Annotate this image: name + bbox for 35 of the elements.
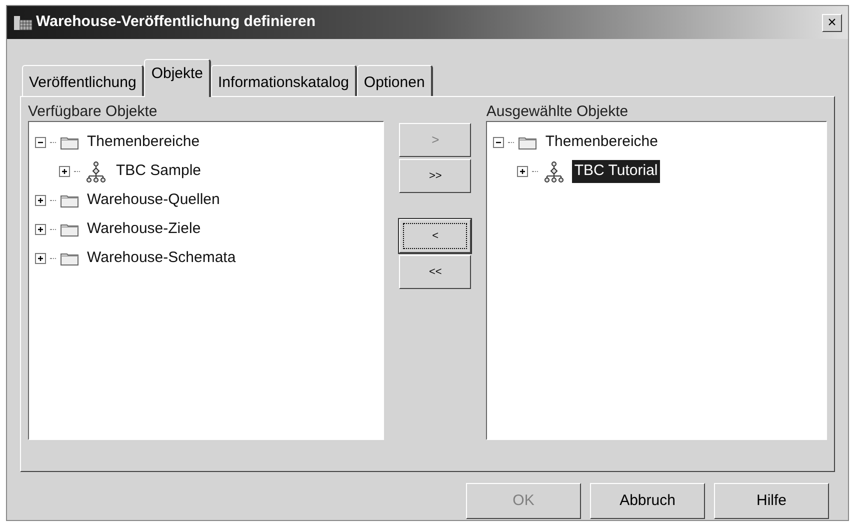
expand-icon[interactable] [35, 253, 46, 264]
folder-icon [518, 135, 538, 150]
tree-item[interactable]: Warehouse-Schemata [85, 247, 238, 270]
folder-icon [60, 251, 79, 266]
collapse-icon[interactable] [35, 137, 46, 148]
hierarchy-icon [542, 160, 566, 182]
move-button[interactable]: < [399, 219, 472, 253]
tree-item[interactable]: Themenbereiche [543, 131, 660, 154]
expand-icon[interactable] [517, 166, 528, 177]
list-label: Ausgewählte Objekte [486, 102, 630, 121]
collapse-icon[interactable] [493, 137, 504, 148]
folder-icon [60, 222, 79, 237]
folder-icon [60, 193, 79, 208]
tab[interactable]: Objekte [144, 59, 212, 97]
app-icon [13, 14, 33, 32]
folder-icon [60, 135, 79, 150]
tab[interactable]: Veröffentlichung [22, 65, 144, 97]
dialog-button[interactable]: Hilfe [714, 483, 829, 519]
tab[interactable]: Informationskatalog [211, 65, 357, 97]
tree-item[interactable]: Themenbereiche [85, 131, 202, 154]
tab[interactable]: Optionen [356, 65, 433, 97]
tree-item[interactable]: Warehouse-Quellen [85, 189, 222, 212]
list-label: Verfügbare Objekte [28, 102, 158, 121]
window-title: Warehouse-Veröffentlichung definieren [36, 12, 316, 32]
expand-icon[interactable] [35, 224, 46, 235]
tree-item[interactable]: Warehouse-Ziele [85, 218, 203, 241]
close-button[interactable]: × [822, 14, 842, 32]
expand-icon[interactable] [59, 166, 70, 177]
dialog-button[interactable]: Abbruch [590, 483, 705, 519]
hierarchy-icon [84, 160, 108, 182]
move-button[interactable]: << [399, 255, 472, 289]
tree-item[interactable]: TBC Sample [114, 160, 204, 183]
tree-item[interactable]: TBC Tutorial [572, 160, 660, 183]
move-button[interactable]: >> [399, 159, 472, 193]
expand-icon[interactable] [35, 195, 46, 206]
